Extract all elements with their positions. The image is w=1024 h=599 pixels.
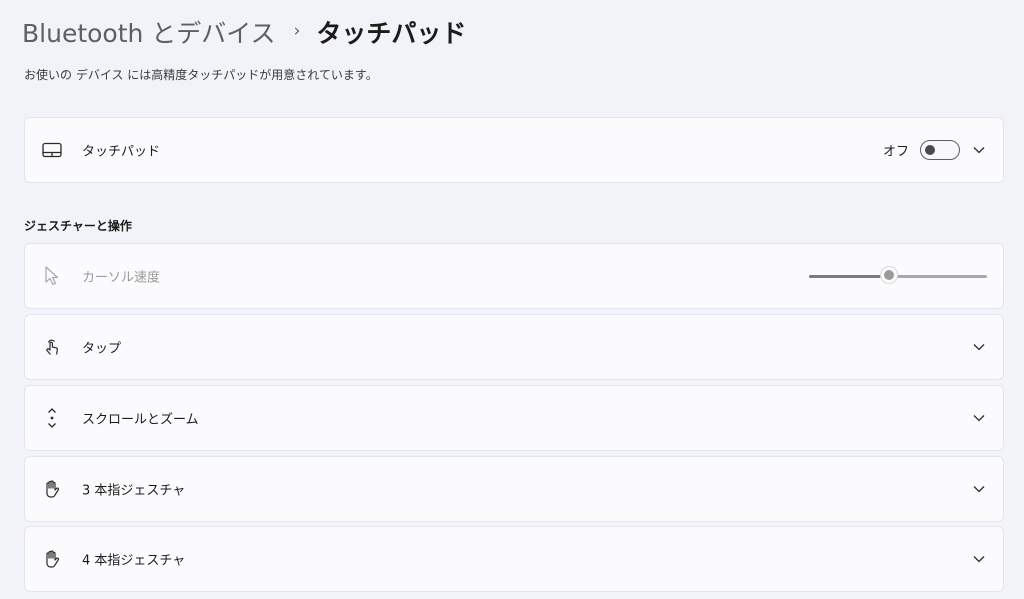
three-finger-label: 3 本指ジェスチャ (82, 483, 186, 499)
page-title: タッチパッド (316, 19, 467, 48)
chevron-down-icon[interactable] (971, 339, 987, 355)
touchpad-icon (41, 139, 63, 161)
slider-thumb[interactable] (880, 266, 898, 284)
toggle-knob (925, 145, 935, 155)
touchpad-toggle[interactable] (920, 140, 960, 160)
four-finger-label: 4 本指ジェスチャ (82, 553, 186, 569)
scroll-zoom-label: スクロールとズーム (82, 412, 199, 428)
tap-label: タップ (82, 341, 122, 357)
chevron-down-icon[interactable] (971, 410, 987, 426)
chevron-down-icon[interactable] (971, 481, 987, 497)
settings-page: Bluetooth とデバイス › タッチパッド お使いの デバイス には高精度… (0, 0, 1024, 599)
cursor-arrow-icon (41, 265, 63, 287)
breadcrumb: Bluetooth とデバイス › タッチパッド (22, 12, 466, 52)
toggle-state-label: オフ (882, 144, 909, 160)
touchpad-label: タッチパッド (82, 144, 161, 160)
tap-card[interactable]: タップ (24, 314, 1004, 380)
slider-track-rest (897, 275, 987, 278)
four-finger-hand-icon (41, 548, 63, 570)
four-finger-card[interactable]: 4 本指ジェスチャ (24, 526, 1004, 592)
breadcrumb-separator-icon: › (293, 21, 301, 41)
cursor-speed-card: カーソル速度 (24, 243, 1004, 309)
chevron-down-icon[interactable] (971, 142, 987, 158)
scroll-zoom-card[interactable]: スクロールとズーム (24, 385, 1004, 451)
slider-track-filled (809, 275, 881, 278)
section-heading: ジェスチャーと操作 (24, 219, 132, 233)
cursor-speed-slider[interactable] (809, 266, 987, 286)
cursor-speed-label: カーソル速度 (82, 270, 161, 286)
chevron-down-icon[interactable] (971, 551, 987, 567)
three-finger-hand-icon (41, 478, 63, 500)
tap-hand-icon (41, 336, 63, 358)
breadcrumb-parent-link[interactable]: Bluetooth とデバイス (22, 14, 276, 50)
page-description: お使いの デバイス には高精度タッチパッドが用意されています。 (24, 68, 378, 82)
scroll-arrows-icon (41, 407, 63, 429)
touchpad-card[interactable]: タッチパッド オフ (24, 117, 1004, 183)
three-finger-card[interactable]: 3 本指ジェスチャ (24, 456, 1004, 522)
